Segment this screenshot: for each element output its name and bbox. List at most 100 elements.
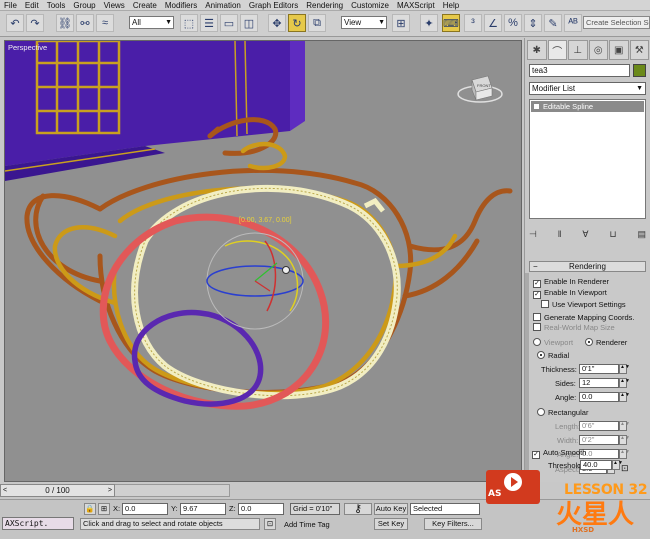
menu-maxscript[interactable]: MAXScript bbox=[393, 0, 439, 11]
angle-spinner[interactable]: 0.0 ▲▼ bbox=[579, 392, 630, 402]
display-tab-icon[interactable]: ▣ bbox=[609, 40, 629, 60]
select-manipulate-icon[interactable]: ✦ bbox=[420, 14, 438, 32]
add-time-tag[interactable]: Add Time Tag bbox=[284, 519, 330, 530]
threshold-spinner[interactable]: 40.0 ▲▼ bbox=[580, 460, 623, 470]
key-selection-dropdown[interactable]: Selected bbox=[410, 503, 480, 515]
maxscript-listener[interactable]: AXScript. bbox=[2, 517, 74, 530]
unlink-icon[interactable]: ⚯ bbox=[76, 14, 94, 32]
rect-selection-icon[interactable]: ▭ bbox=[220, 14, 238, 32]
stack-expand-icon[interactable] bbox=[534, 104, 539, 109]
modify-tab-icon[interactable]: ⌒ bbox=[547, 40, 567, 60]
menu-tools[interactable]: Tools bbox=[43, 0, 70, 11]
lesson-watermark: AS LESSON 32 火星人 HXSD bbox=[486, 470, 650, 539]
mirror-icon[interactable]: ᴬᴮ bbox=[564, 14, 582, 32]
spinner-snap-icon[interactable]: ⇕ bbox=[524, 14, 542, 32]
show-end-result-icon[interactable]: ǁ bbox=[558, 229, 562, 239]
gizmo-coordinate-readout: [0.00, 3.67, 0.00] bbox=[239, 217, 292, 224]
thickness-label: Thickness: bbox=[541, 365, 577, 374]
keyboard-shortcut-icon[interactable]: ⌨ bbox=[442, 14, 460, 32]
z-coordinate-field[interactable]: 0.0 bbox=[238, 503, 284, 515]
perspective-viewport[interactable]: FRONT Perspective [0.00, 3.67, 0.00] bbox=[4, 40, 522, 482]
window-crossing-icon[interactable]: ◫ bbox=[240, 14, 258, 32]
svg-text:FRONT: FRONT bbox=[477, 83, 491, 88]
reference-coord-select[interactable]: View ▼ bbox=[341, 16, 387, 29]
enable-in-renderer-checkbox[interactable]: ✓ Enable In Renderer bbox=[533, 277, 609, 288]
rendering-rollout-header[interactable]: − Rendering bbox=[529, 261, 646, 272]
menu-file[interactable]: File bbox=[0, 0, 21, 11]
modifier-list-dropdown[interactable]: Modifier List ▼ bbox=[529, 82, 646, 95]
time-tag-icon[interactable]: ⊡ bbox=[264, 518, 276, 530]
undo-icon[interactable]: ↶ bbox=[6, 14, 24, 32]
hierarchy-tab-icon[interactable]: ⊥ bbox=[568, 40, 588, 60]
pivot-center-icon[interactable]: ⊞ bbox=[392, 14, 410, 32]
remove-modifier-icon[interactable]: ⊔ bbox=[610, 229, 617, 240]
width-label: Width: bbox=[557, 436, 579, 445]
bind-spacewarp-icon[interactable]: ≈ bbox=[96, 14, 114, 32]
menu-help[interactable]: Help bbox=[439, 0, 463, 11]
thickness-spinner[interactable]: 0'1" ▲▼ bbox=[579, 364, 630, 374]
object-name-field[interactable]: tea3 bbox=[529, 64, 630, 77]
menu-views[interactable]: Views bbox=[100, 0, 129, 11]
select-move-icon[interactable]: ✥ bbox=[268, 14, 286, 32]
x-coordinate-field[interactable]: 0.0 bbox=[122, 503, 168, 515]
panel-scrollbar[interactable] bbox=[525, 273, 529, 483]
key-filters-button[interactable]: Key Filters... bbox=[424, 518, 482, 530]
watermark-logo-text: 火星人 bbox=[556, 500, 635, 530]
y-label: Y: bbox=[171, 504, 178, 513]
auto-key-button[interactable]: Auto Key bbox=[374, 503, 408, 515]
width-spinner[interactable]: 0'2" ▲▼ bbox=[579, 435, 630, 445]
percent-snap-icon[interactable]: % bbox=[504, 14, 522, 32]
redo-icon[interactable]: ↷ bbox=[26, 14, 44, 32]
stack-tools: ⊣ ǁ ∀ ⊔ ▤ bbox=[529, 226, 646, 242]
auto-smooth-checkbox[interactable]: ✓ Auto Smooth bbox=[532, 448, 586, 459]
stack-item-editable-spline[interactable]: Editable Spline bbox=[531, 101, 644, 112]
select-object-icon[interactable]: ⬚ bbox=[180, 14, 198, 32]
menu-edit[interactable]: Edit bbox=[21, 0, 43, 11]
play-icon bbox=[504, 473, 522, 491]
use-viewport-settings-checkbox[interactable]: Use Viewport Settings bbox=[541, 300, 626, 309]
selection-lock-icon[interactable]: 🔒 bbox=[84, 503, 96, 515]
edit-named-selection-icon[interactable]: ✎ bbox=[544, 14, 562, 32]
menu-customize[interactable]: Customize bbox=[347, 0, 393, 11]
length-spinner[interactable]: 0'6" ▲▼ bbox=[579, 421, 630, 431]
utilities-tab-icon[interactable]: ⚒ bbox=[629, 40, 649, 60]
sides-spinner[interactable]: 12 ▲▼ bbox=[579, 378, 630, 388]
absolute-mode-icon[interactable]: ⊞ bbox=[98, 503, 110, 515]
real-world-map-checkbox[interactable]: Real-World Map Size bbox=[533, 323, 615, 332]
object-color-swatch[interactable] bbox=[633, 64, 646, 77]
link-icon[interactable]: ⛓ bbox=[56, 14, 74, 32]
selection-filter-select[interactable]: All ▼ bbox=[129, 16, 174, 29]
key-mode-icon[interactable]: ⚷ bbox=[344, 503, 372, 515]
create-tab-icon[interactable]: ✱ bbox=[527, 40, 547, 60]
time-slider[interactable]: < 0 / 100 > bbox=[0, 484, 115, 497]
modifier-stack[interactable]: Editable Spline bbox=[529, 99, 646, 219]
viewport-label[interactable]: Perspective bbox=[8, 43, 47, 52]
enable-in-viewport-checkbox[interactable]: ✓ Enable In Viewport bbox=[533, 288, 607, 299]
y-coordinate-field[interactable]: 9.67 bbox=[180, 503, 226, 515]
set-key-button[interactable]: Set Key bbox=[374, 518, 408, 530]
menu-animation[interactable]: Animation bbox=[201, 0, 245, 11]
radial-radio[interactable]: Radial bbox=[537, 351, 569, 360]
menu-group[interactable]: Group bbox=[69, 0, 99, 11]
menu-graph-editors[interactable]: Graph Editors bbox=[245, 0, 302, 11]
configure-sets-icon[interactable]: ▤ bbox=[637, 229, 646, 240]
snap-toggle-icon[interactable]: ³ bbox=[464, 14, 482, 32]
pin-stack-icon[interactable]: ⊣ bbox=[529, 229, 537, 240]
z-label: Z: bbox=[229, 504, 236, 513]
select-rotate-icon[interactable]: ↻ bbox=[288, 14, 306, 32]
select-scale-icon[interactable]: ⧉ bbox=[308, 14, 326, 32]
make-unique-icon[interactable]: ∀ bbox=[582, 229, 588, 240]
motion-tab-icon[interactable]: ◎ bbox=[588, 40, 608, 60]
watermark-url: HXSD bbox=[572, 526, 595, 534]
menu-modifiers[interactable]: Modifiers bbox=[161, 0, 201, 11]
select-by-name-icon[interactable]: ☰ bbox=[200, 14, 218, 32]
menu-create[interactable]: Create bbox=[129, 0, 161, 11]
rectangular-radio[interactable]: Rectangular bbox=[537, 408, 588, 417]
main-toolbar: ↶ ↷ ⛓ ⚯ ≈ All ▼ ⬚ ☰ ▭ ◫ ✥ ↻ ⧉ View ▼ ⊞ ✦ ⌨… bbox=[0, 11, 650, 37]
generate-mapping-checkbox[interactable]: Generate Mapping Coords. bbox=[533, 313, 634, 322]
angle-snap-icon[interactable]: ∠ bbox=[484, 14, 502, 32]
viewport-radio[interactable]: Viewport bbox=[533, 338, 573, 347]
menu-rendering[interactable]: Rendering bbox=[302, 0, 347, 11]
named-selection-set-field[interactable]: Create Selection Se bbox=[583, 16, 650, 29]
renderer-radio[interactable]: Renderer bbox=[585, 338, 627, 347]
